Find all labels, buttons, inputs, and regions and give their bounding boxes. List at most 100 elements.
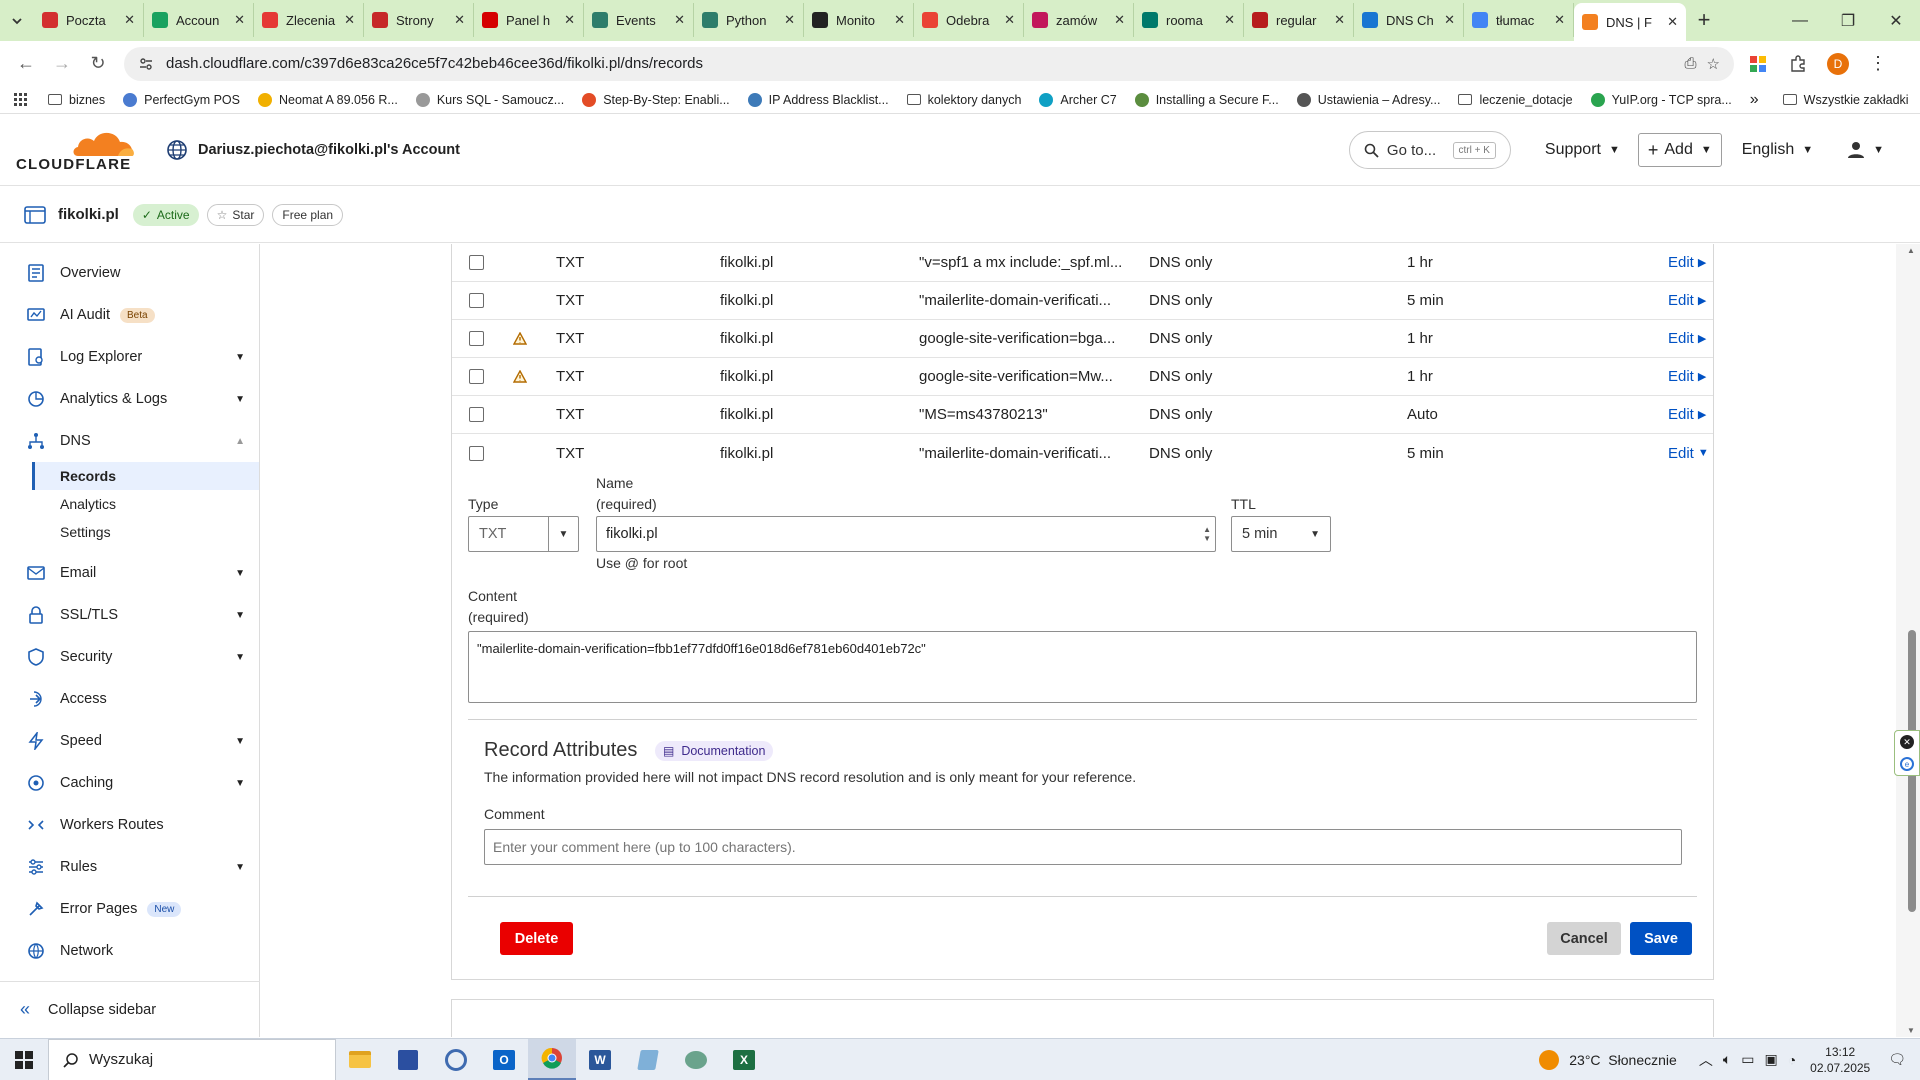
back-icon[interactable]: ←	[10, 48, 42, 80]
bookmark-item[interactable]: Kurs SQL - Samoucz...	[415, 92, 564, 107]
minimize-icon[interactable]: —	[1776, 0, 1824, 41]
tab-close-icon[interactable]: ✕	[454, 12, 465, 28]
speaker-icon[interactable]: 🔈︎	[1723, 1051, 1731, 1068]
bookmark-item[interactable]: Neomat A 89.056 R...	[258, 92, 398, 107]
restore-icon[interactable]: ❐	[1824, 0, 1872, 41]
browser-tab[interactable]: Python ✕	[694, 3, 804, 37]
reload-icon[interactable]: ↻	[82, 48, 114, 80]
page-scrollbar[interactable]: ▲ ▼	[1896, 244, 1920, 1037]
row-checkbox[interactable]	[469, 369, 484, 384]
word-icon[interactable]: W	[576, 1039, 624, 1080]
browser-tab[interactable]: Strony ✕	[364, 3, 474, 37]
sidebar-item-email[interactable]: Email ▼	[0, 552, 259, 594]
meet-icon[interactable]: ▭	[1741, 1051, 1754, 1068]
bookmark-item[interactable]: PerfectGym POS	[123, 92, 240, 107]
cloudflare-logo[interactable]: CLOUDFLARE	[16, 128, 154, 173]
sidebar-subitem-records[interactable]: Records	[32, 462, 259, 490]
tab-close-icon[interactable]: ✕	[1114, 12, 1125, 28]
sidebar-item-log-explorer[interactable]: Log Explorer ▼	[0, 336, 259, 378]
browser-tab[interactable]: Zlecenia ✕	[254, 3, 364, 37]
taskbar-search[interactable]: Wyszukaj	[48, 1038, 336, 1080]
bookmark-item[interactable]: kolektory danych	[906, 93, 1021, 107]
sidebar-item-analytics-logs[interactable]: Analytics & Logs ▼	[0, 378, 259, 420]
tab-close-icon[interactable]: ✕	[784, 12, 795, 28]
browser-tab[interactable]: DNS | F ✕	[1574, 3, 1686, 41]
sidebar-item-caching[interactable]: Caching ▼	[0, 762, 259, 804]
tab-close-icon[interactable]: ✕	[234, 12, 245, 28]
account-switcher[interactable]: Dariusz.piechota@fikolki.pl's Account	[166, 139, 460, 161]
bookmarks-more[interactable]: »	[1750, 91, 1759, 109]
star-zone-button[interactable]: ☆ Star	[206, 203, 265, 226]
browser-tab[interactable]: Events ✕	[584, 3, 694, 37]
bookmark-item[interactable]: YuIP.org - TCP spra...	[1590, 92, 1732, 107]
documentation-link[interactable]: ▤ Documentation	[654, 740, 774, 761]
edit-record-link[interactable]: Edit ▶	[1668, 292, 1706, 309]
tab-close-icon[interactable]: ✕	[1667, 14, 1678, 30]
go-to-search[interactable]: Go to... ctrl + K	[1348, 131, 1511, 169]
install-app-icon[interactable]: ⎙	[1685, 55, 1697, 72]
zone-name[interactable]: fikolki.pl	[58, 206, 119, 223]
tab-close-icon[interactable]: ✕	[1334, 12, 1345, 28]
browser-tab[interactable]: DNS Ch ✕	[1354, 3, 1464, 37]
tab-close-icon[interactable]: ✕	[1004, 12, 1015, 28]
excel-icon[interactable]: X	[720, 1039, 768, 1080]
tab-close-icon[interactable]: ✕	[1224, 12, 1235, 28]
notifications-icon[interactable]: 🗨︎	[1888, 1051, 1906, 1068]
bookmark-star-icon[interactable]: ☆	[1707, 55, 1720, 73]
row-checkbox[interactable]	[469, 255, 484, 270]
chrome-icon[interactable]	[528, 1038, 576, 1080]
name-spinner[interactable]: ▲ ▼	[1203, 525, 1211, 543]
edit-record-link[interactable]: Edit ▶	[1668, 406, 1706, 423]
browser-tab[interactable]: Poczta ✕	[34, 3, 144, 37]
browser-tab[interactable]: Accoun ✕	[144, 3, 254, 37]
apps-icon[interactable]	[14, 92, 28, 107]
browser-tab[interactable]: Odebra ✕	[914, 3, 1024, 37]
content-textarea[interactable]: "mailerlite-domain-verification=fbb1ef77…	[468, 631, 1697, 703]
site-info-icon[interactable]	[138, 56, 154, 72]
bookmark-item[interactable]: Installing a Secure F...	[1134, 92, 1279, 107]
bookmark-item[interactable]: Archer C7	[1039, 92, 1117, 107]
tab-close-icon[interactable]: ✕	[1444, 12, 1455, 28]
cancel-button[interactable]: Cancel	[1547, 922, 1621, 955]
language-menu[interactable]: English ▼	[1742, 141, 1813, 159]
user-menu[interactable]: ▼	[1847, 141, 1884, 159]
url-bar[interactable]: dash.cloudflare.com/c397d6e83ca26ce5f7c4…	[124, 46, 1734, 81]
sidebar-item-ssl-tls[interactable]: SSL/TLS ▼	[0, 594, 259, 636]
row-checkbox[interactable]	[469, 407, 484, 422]
widget-logo-icon[interactable]: e	[1900, 757, 1914, 771]
sidebar-item-overview[interactable]: Overview	[0, 252, 259, 294]
sidebar-item-access[interactable]: Access	[0, 678, 259, 720]
sidebar-item-rules[interactable]: Rules ▼	[0, 846, 259, 888]
bookmark-item[interactable]: IP Address Blacklist...	[747, 92, 889, 107]
delete-button[interactable]: Delete	[500, 922, 573, 955]
notepad-icon[interactable]	[624, 1039, 672, 1080]
clock[interactable]: 13:12 02.07.2025	[1810, 1044, 1870, 1076]
save-app-icon[interactable]	[384, 1039, 432, 1080]
bookmark-item[interactable]: leczenie_dotacje	[1458, 93, 1573, 107]
sidebar-item-network[interactable]: Network	[0, 930, 259, 972]
warning-icon[interactable]	[513, 332, 527, 345]
browser-tab[interactable]: Panel h ✕	[474, 3, 584, 37]
browser-tab[interactable]: tłumac ✕	[1464, 3, 1574, 37]
forward-icon[interactable]: →	[46, 48, 78, 80]
tab-close-icon[interactable]: ✕	[1554, 12, 1565, 28]
scroll-down-icon[interactable]: ▼	[1907, 1026, 1915, 1035]
tab-close-icon[interactable]: ✕	[674, 12, 685, 28]
browser-tab[interactable]: rooma ✕	[1134, 3, 1244, 37]
plan-badge[interactable]: Free plan	[272, 203, 344, 226]
browser-tab[interactable]: Monito ✕	[804, 3, 914, 37]
type-select[interactable]: TXT ▼	[468, 516, 579, 552]
sidebar-item-ai-audit[interactable]: AI Audit Beta	[0, 294, 259, 336]
row-checkbox[interactable]	[469, 293, 484, 308]
browser-menu-icon[interactable]: ⋮	[1862, 48, 1894, 80]
extension-icon[interactable]	[1742, 48, 1774, 80]
close-widget-icon[interactable]: ✕	[1900, 735, 1914, 749]
ttl-select[interactable]: 5 min ▼	[1231, 516, 1331, 552]
weather-label[interactable]: 23°C Słonecznie	[1569, 1052, 1677, 1068]
tab-close-icon[interactable]: ✕	[124, 12, 135, 28]
paint-icon[interactable]	[672, 1039, 720, 1080]
extensions-puzzle-icon[interactable]	[1782, 48, 1814, 80]
all-bookmarks-folder[interactable]: Wszystkie zakładki	[1782, 93, 1909, 107]
sidebar-item-workers-routes[interactable]: Workers Routes	[0, 804, 259, 846]
row-checkbox[interactable]	[469, 445, 484, 461]
